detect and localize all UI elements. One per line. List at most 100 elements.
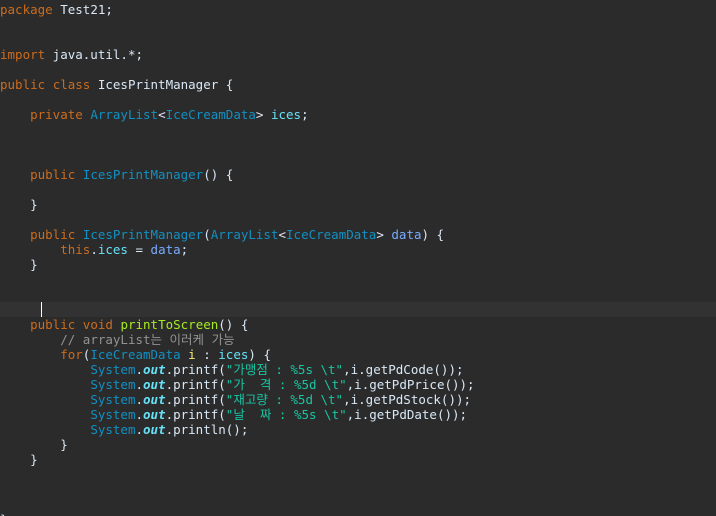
code-token: ,i.getPdPrice()); xyxy=(346,377,475,392)
code-token: ArrayList xyxy=(210,227,279,242)
code-token: } xyxy=(0,437,68,452)
code-token: .printf( xyxy=(165,362,226,377)
code-token: IceCreamData xyxy=(286,227,377,242)
code-token: import xyxy=(0,47,46,62)
code-token: IcesPrintManager { xyxy=(90,77,234,92)
code-token: .printf( xyxy=(165,377,226,392)
code-token: .printf( xyxy=(165,392,226,407)
code-token: package xyxy=(0,2,53,17)
code-token: "가맹점 : %5s \t" xyxy=(225,362,344,377)
code-line[interactable]: } xyxy=(0,512,716,516)
code-token: for xyxy=(60,347,83,362)
code-token: IcesPrintManager xyxy=(82,167,204,182)
code-token: ,i.getPdStock()); xyxy=(343,392,472,407)
code-token: } xyxy=(0,197,38,212)
code-token: void xyxy=(82,317,113,332)
code-line[interactable] xyxy=(0,62,716,77)
code-token: ) { xyxy=(248,347,271,362)
code-token: System xyxy=(90,377,136,392)
code-token: ices xyxy=(97,242,128,257)
code-token: private xyxy=(30,107,83,122)
code-line[interactable]: } xyxy=(0,257,716,272)
code-token: "재고량 : %5d \t" xyxy=(225,392,344,407)
code-line[interactable] xyxy=(0,482,716,497)
code-token: ,i.getPdDate()); xyxy=(346,407,468,422)
code-line[interactable]: System.out.printf("가맹점 : %5s \t",i.getPd… xyxy=(0,362,716,377)
code-token: public xyxy=(30,317,76,332)
code-line[interactable] xyxy=(0,212,716,227)
code-token: < xyxy=(278,227,287,242)
code-line[interactable]: this.ices = data; xyxy=(0,242,716,257)
code-line[interactable] xyxy=(0,497,716,512)
code-token: IceCreamData xyxy=(90,347,181,362)
code-token: data xyxy=(150,242,181,257)
code-token: "가 격 : %5d \t" xyxy=(225,377,347,392)
code-line[interactable]: // arrayList는 이러케 가능 xyxy=(0,332,716,347)
code-token: ; xyxy=(301,107,309,122)
code-token: System xyxy=(90,407,136,422)
code-line[interactable]: } xyxy=(0,197,716,212)
code-token: public xyxy=(30,167,76,182)
code-token: < xyxy=(158,107,166,122)
code-token: .println(); xyxy=(165,422,249,437)
code-token: ,i.getPdCode()); xyxy=(343,362,464,377)
code-line[interactable] xyxy=(0,137,716,152)
code-editor[interactable]: package Test21; import java.util.*; public… xyxy=(0,0,716,516)
code-token: () { xyxy=(218,317,249,332)
code-token: public xyxy=(0,77,46,92)
code-token: } xyxy=(0,257,38,272)
code-line[interactable]: public IcesPrintManager() { xyxy=(0,167,716,182)
code-line[interactable] xyxy=(0,32,716,47)
code-line[interactable]: public class IcesPrintManager { xyxy=(0,77,716,92)
code-line[interactable]: package Test21; xyxy=(0,2,716,17)
code-line[interactable]: System.out.printf("재고량 : %5d \t",i.getPd… xyxy=(0,392,716,407)
code-token: .printf( xyxy=(165,407,226,422)
code-token: ( xyxy=(203,227,211,242)
code-line[interactable] xyxy=(0,17,716,32)
code-token: . xyxy=(135,422,143,437)
text-caret xyxy=(40,302,42,317)
code-token: data xyxy=(391,227,422,242)
code-line[interactable]: System.out.println(); xyxy=(0,422,716,437)
code-line[interactable]: public void printToScreen() { xyxy=(0,317,716,332)
code-token: out xyxy=(143,422,166,437)
code-line[interactable] xyxy=(0,122,716,137)
code-line[interactable]: import java.util.*; xyxy=(0,47,716,62)
code-line[interactable]: for(IceCreamData i : ices) { xyxy=(0,347,716,362)
code-line[interactable]: } xyxy=(0,437,716,452)
code-line[interactable] xyxy=(0,92,716,107)
code-token: ) { xyxy=(421,227,445,242)
code-token: IceCreamData xyxy=(165,107,256,122)
code-line[interactable] xyxy=(0,152,716,167)
code-line[interactable]: private ArrayList<IceCreamData> ices; xyxy=(0,107,716,122)
code-line[interactable] xyxy=(0,272,716,287)
code-token: out xyxy=(143,362,166,377)
code-line[interactable] xyxy=(0,182,716,197)
code-token: > xyxy=(255,107,271,122)
code-line[interactable]: System.out.printf("가 격 : %5d \t",i.getPd… xyxy=(0,377,716,392)
code-line[interactable]: } xyxy=(0,452,716,467)
code-line[interactable] xyxy=(0,467,716,482)
code-token: : xyxy=(195,347,219,362)
code-line[interactable] xyxy=(0,302,716,317)
code-line[interactable]: System.out.printf("날 짜 : %5s \t",i.getPd… xyxy=(0,407,716,422)
code-token: . xyxy=(135,392,143,407)
code-token: = xyxy=(127,242,151,257)
code-line[interactable]: public IcesPrintManager(ArrayList<IceCre… xyxy=(0,227,716,242)
code-token: > xyxy=(376,227,392,242)
code-token: out xyxy=(143,407,166,422)
code-token: . xyxy=(135,407,143,422)
code-line[interactable] xyxy=(0,287,716,302)
code-token: } xyxy=(0,452,38,467)
code-token: out xyxy=(143,377,166,392)
code-token: ArrayList xyxy=(90,107,159,122)
code-token: . xyxy=(135,362,143,377)
